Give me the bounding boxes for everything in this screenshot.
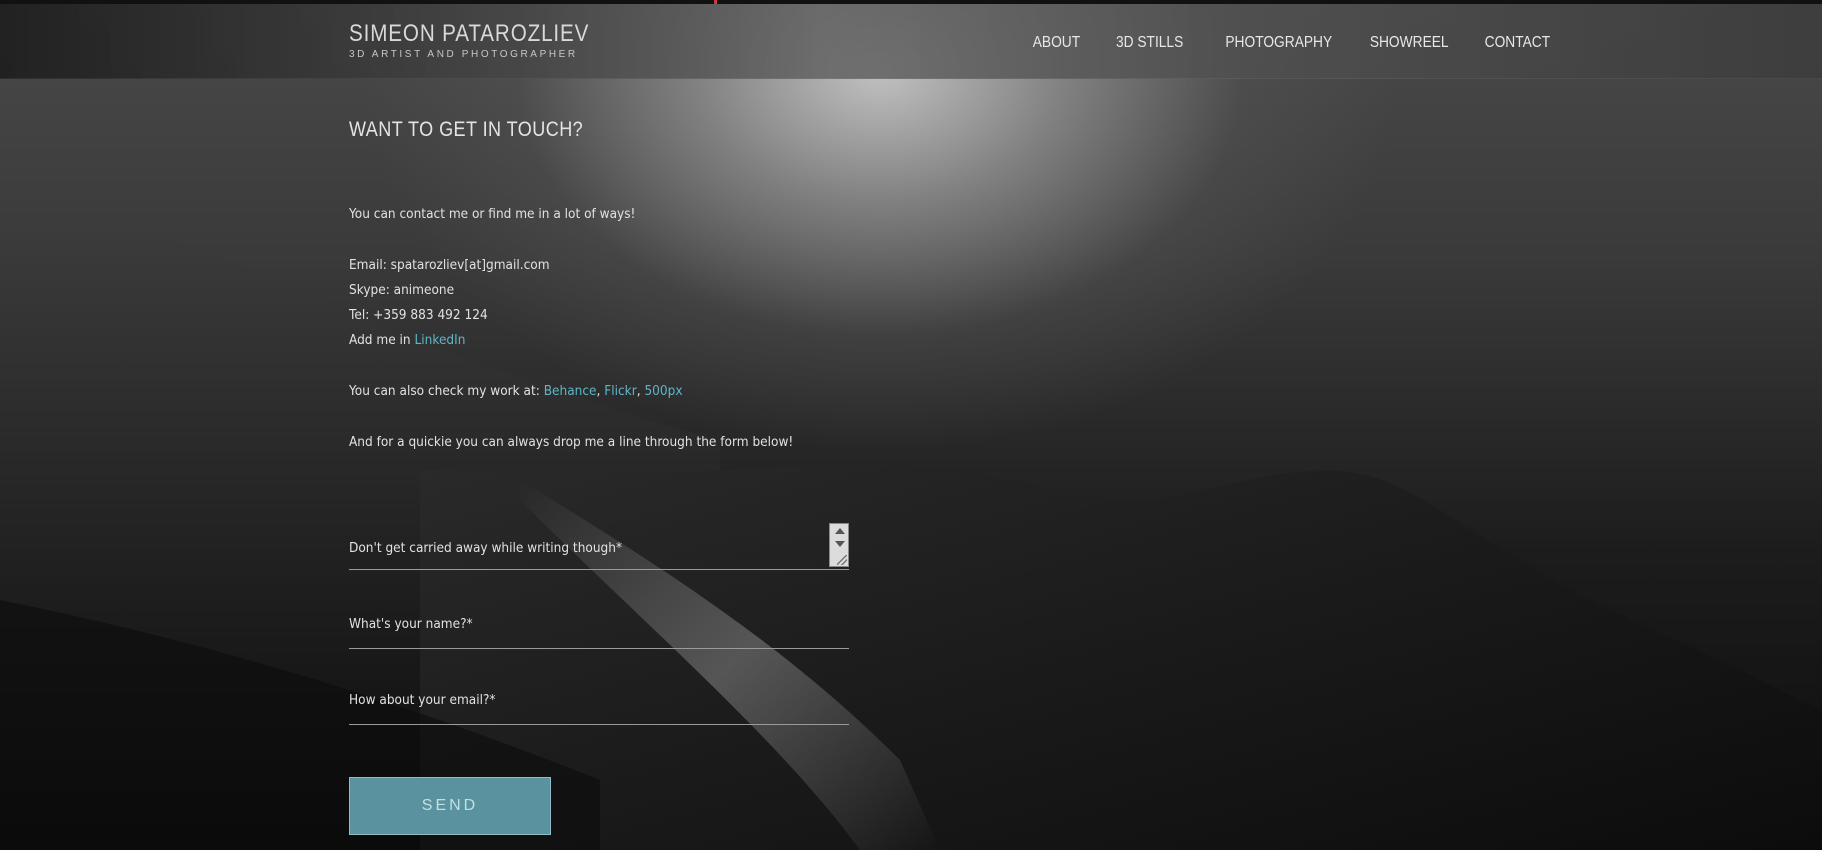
quickie-text: And for a quickie you can always drop me… xyxy=(349,434,794,450)
linkedin-prefix: Add me in xyxy=(349,332,415,348)
portfolio-line: You can also check my work at: Behance, … xyxy=(349,379,683,404)
scroll-up-icon[interactable] xyxy=(835,528,845,534)
main-nav: ABOUT 3D STILLS PHOTOGRAPHY SHOWREEL CON… xyxy=(1000,34,1550,52)
brand-logo[interactable]: SIMEON PATAROZLIEV 3D ARTIST AND PHOTOGR… xyxy=(349,20,628,60)
nav-item-3d-stills[interactable]: 3D STILLS xyxy=(1116,34,1183,52)
email-label: How about your email?* xyxy=(349,692,496,708)
linkedin-link[interactable]: LinkedIn xyxy=(415,332,466,348)
behance-link[interactable]: Behance xyxy=(544,383,597,399)
nav-item-photography[interactable]: PHOTOGRAPHY xyxy=(1225,34,1332,52)
name-label: What's your name?* xyxy=(349,616,473,632)
brand-tagline: 3D ARTIST AND PHOTOGRAPHER xyxy=(349,49,578,60)
500px-link[interactable]: 500px xyxy=(644,383,682,399)
tel-text: Tel: +359 883 492 124 xyxy=(349,307,488,323)
background-landscape-image xyxy=(0,221,1822,850)
linkedin-line: Add me in LinkedIn xyxy=(349,328,465,353)
scroll-down-icon[interactable] xyxy=(835,541,845,547)
nav-item-about[interactable]: ABOUT xyxy=(1032,34,1079,52)
message-textarea[interactable]: Don't get carried away while writing tho… xyxy=(349,517,849,570)
page-title: WANT TO GET IN TOUCH? xyxy=(349,118,584,141)
email-text: Email: spatarozliev[at]gmail.com xyxy=(349,257,550,273)
name-field[interactable]: What's your name?* xyxy=(349,608,849,649)
portfolio-prefix: You can also check my work at: xyxy=(349,383,544,399)
send-button[interactable]: SEND xyxy=(349,777,551,835)
flickr-link[interactable]: Flickr xyxy=(604,383,636,399)
resize-grip-icon[interactable] xyxy=(837,555,847,565)
contact-page: SIMEON PATAROZLIEV 3D ARTIST AND PHOTOGR… xyxy=(0,0,1822,850)
textarea-scrollbar[interactable] xyxy=(829,523,849,567)
separator-1: , xyxy=(596,383,605,399)
site-header: SIMEON PATAROZLIEV 3D ARTIST AND PHOTOGR… xyxy=(0,4,1822,79)
nav-item-showreel[interactable]: SHOWREEL xyxy=(1370,34,1449,52)
intro-text: You can contact me or find me in a lot o… xyxy=(349,206,636,222)
nav-item-contact[interactable]: CONTACT xyxy=(1485,34,1550,52)
brand-name[interactable]: SIMEON PATAROZLIEV xyxy=(349,20,589,48)
email-field[interactable]: How about your email?* xyxy=(349,684,849,725)
skype-text: Skype: animeone xyxy=(349,282,455,298)
message-label: Don't get carried away while writing tho… xyxy=(349,540,623,556)
